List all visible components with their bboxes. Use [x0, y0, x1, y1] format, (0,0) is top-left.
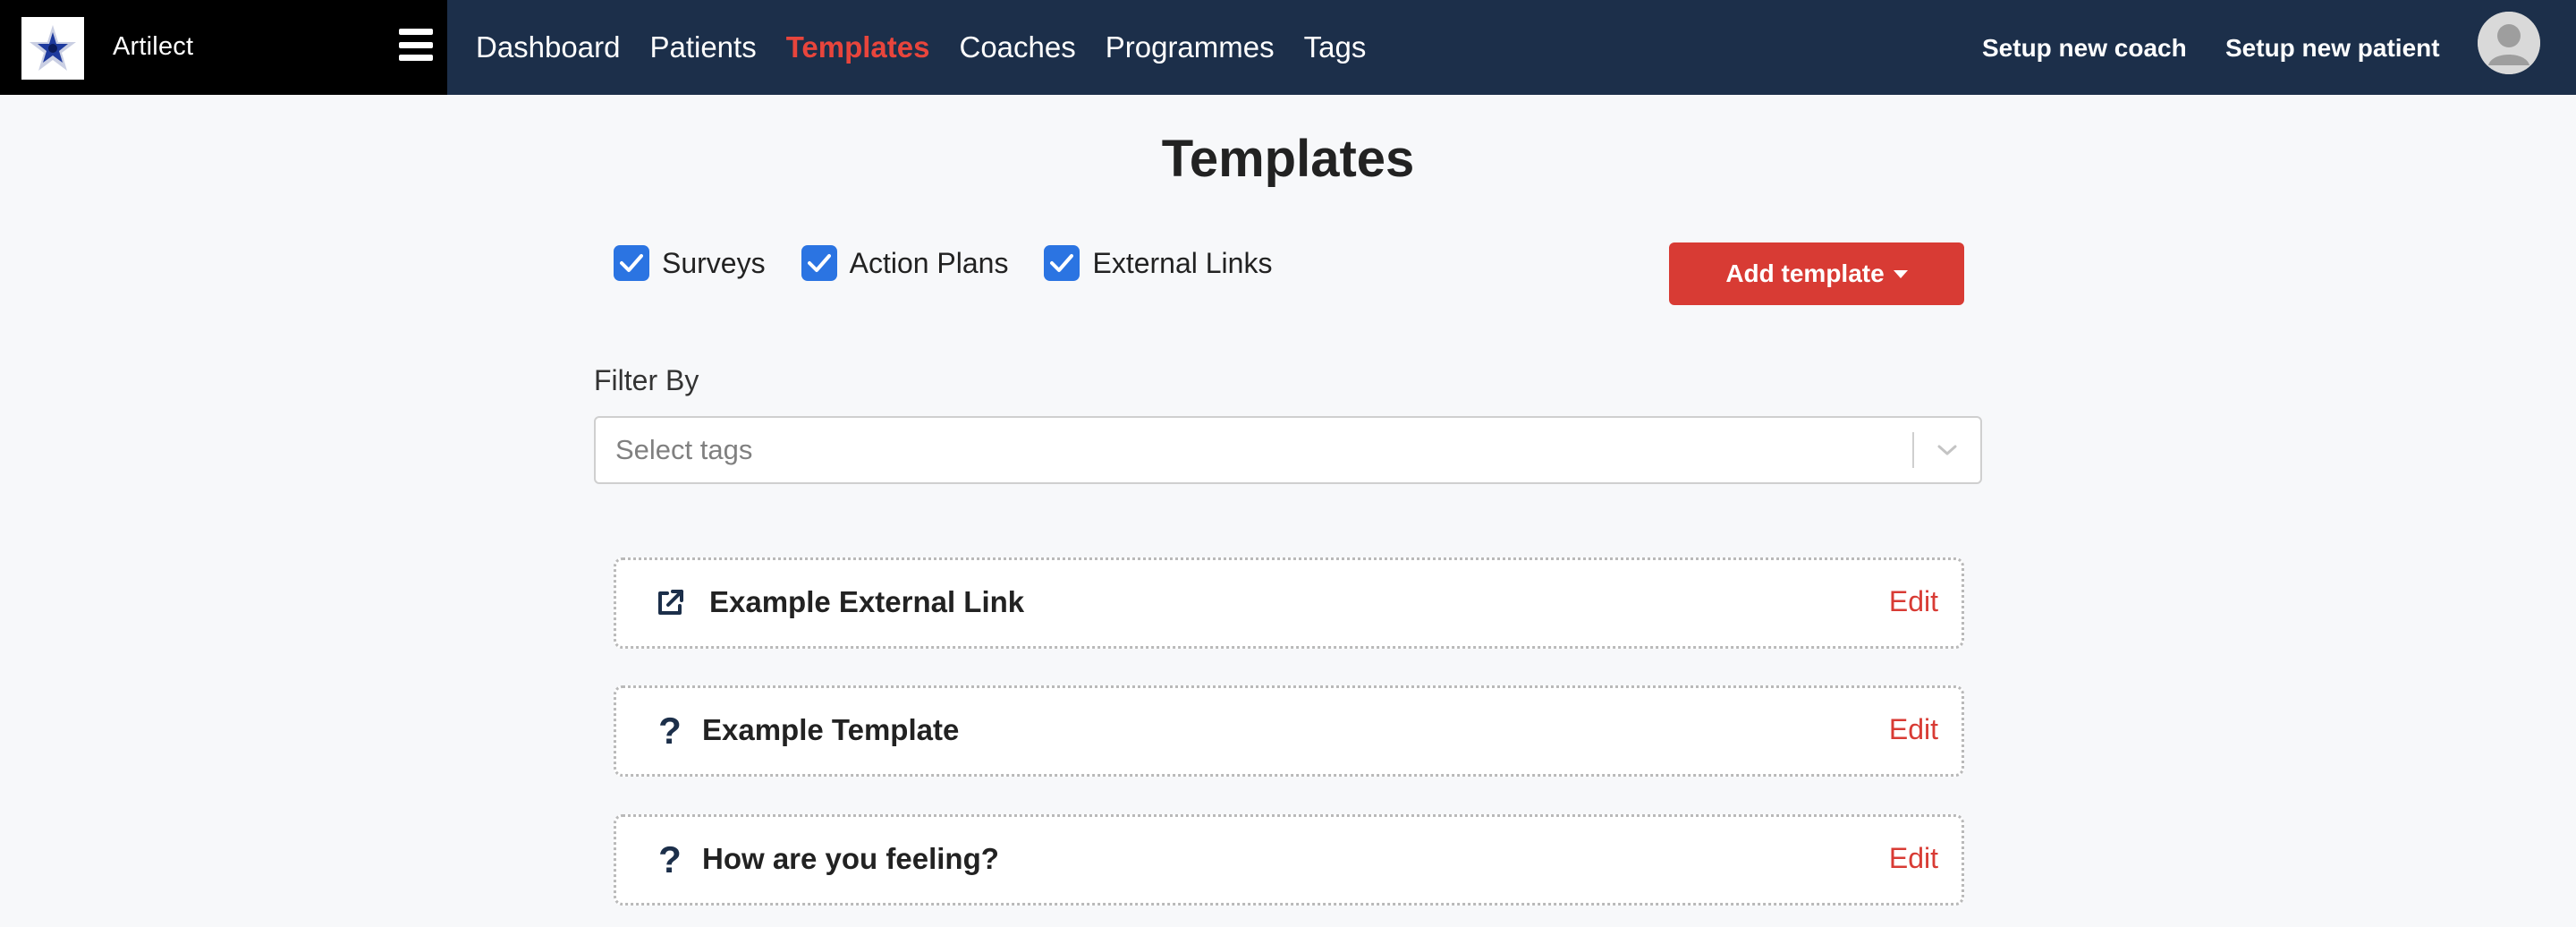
surveys-checkbox[interactable]: Surveys: [614, 245, 766, 281]
app-logo[interactable]: [21, 17, 84, 80]
setup-new-patient-link[interactable]: Setup new patient: [2225, 34, 2440, 63]
user-avatar-icon: [2478, 12, 2540, 74]
tags-select-placeholder: Select tags: [615, 434, 753, 465]
user-avatar[interactable]: [2478, 12, 2540, 74]
star-logo-icon: [30, 25, 76, 71]
action-plans-checkbox[interactable]: Action Plans: [801, 245, 1009, 281]
template-title: Example Template: [702, 713, 960, 746]
add-template-button[interactable]: Add template: [1669, 242, 1964, 305]
template-card: ? Example Template Edit: [614, 685, 1964, 777]
question-icon: ?: [658, 710, 682, 752]
chevron-down-icon[interactable]: [1914, 416, 1980, 484]
setup-new-coach-link[interactable]: Setup new coach: [1982, 34, 2187, 63]
template-title: Example External Link: [709, 585, 1025, 618]
template-card: ? How are you feeling? Edit: [614, 814, 1964, 906]
action-plans-label: Action Plans: [849, 246, 1009, 279]
checkbox-checked-icon: [614, 245, 649, 281]
nav-coaches[interactable]: Coaches: [959, 30, 1075, 64]
external-links-label: External Links: [1092, 246, 1273, 279]
edit-link[interactable]: Edit: [1889, 842, 1938, 875]
template-card: Example External Link Edit: [614, 557, 1964, 649]
nav-tags[interactable]: Tags: [1304, 30, 1367, 64]
brand-area: Artilect: [0, 0, 447, 95]
page-title: Templates: [1161, 130, 1415, 188]
edit-link[interactable]: Edit: [1889, 713, 1938, 746]
hamburger-menu-icon[interactable]: [399, 29, 433, 61]
tags-select[interactable]: Select tags: [594, 416, 1982, 484]
top-navbar: Artilect Dashboard Patients Templates Co…: [0, 0, 2576, 95]
checkbox-checked-icon: [801, 245, 837, 281]
external-links-checkbox[interactable]: External Links: [1044, 245, 1272, 281]
template-title: How are you feeling?: [702, 842, 999, 875]
checkbox-checked-icon: [1044, 245, 1080, 281]
add-template-label: Add template: [1725, 259, 1885, 287]
edit-link[interactable]: Edit: [1889, 585, 1938, 618]
type-filters: Surveys Action Plans External Links: [614, 243, 1308, 283]
nav-templates[interactable]: Templates: [786, 30, 930, 64]
nav-patients[interactable]: Patients: [649, 30, 756, 64]
surveys-label: Surveys: [662, 246, 766, 279]
app-name: Artilect: [113, 32, 194, 61]
filter-by-label: Filter By: [594, 364, 699, 396]
nav-programmes[interactable]: Programmes: [1106, 30, 1275, 64]
question-icon: ?: [658, 838, 682, 880]
caret-down-icon: [1893, 269, 1908, 278]
external-link-icon: [652, 585, 688, 621]
main-nav: Dashboard Patients Templates Coaches Pro…: [476, 0, 1395, 95]
nav-dashboard[interactable]: Dashboard: [476, 30, 620, 64]
